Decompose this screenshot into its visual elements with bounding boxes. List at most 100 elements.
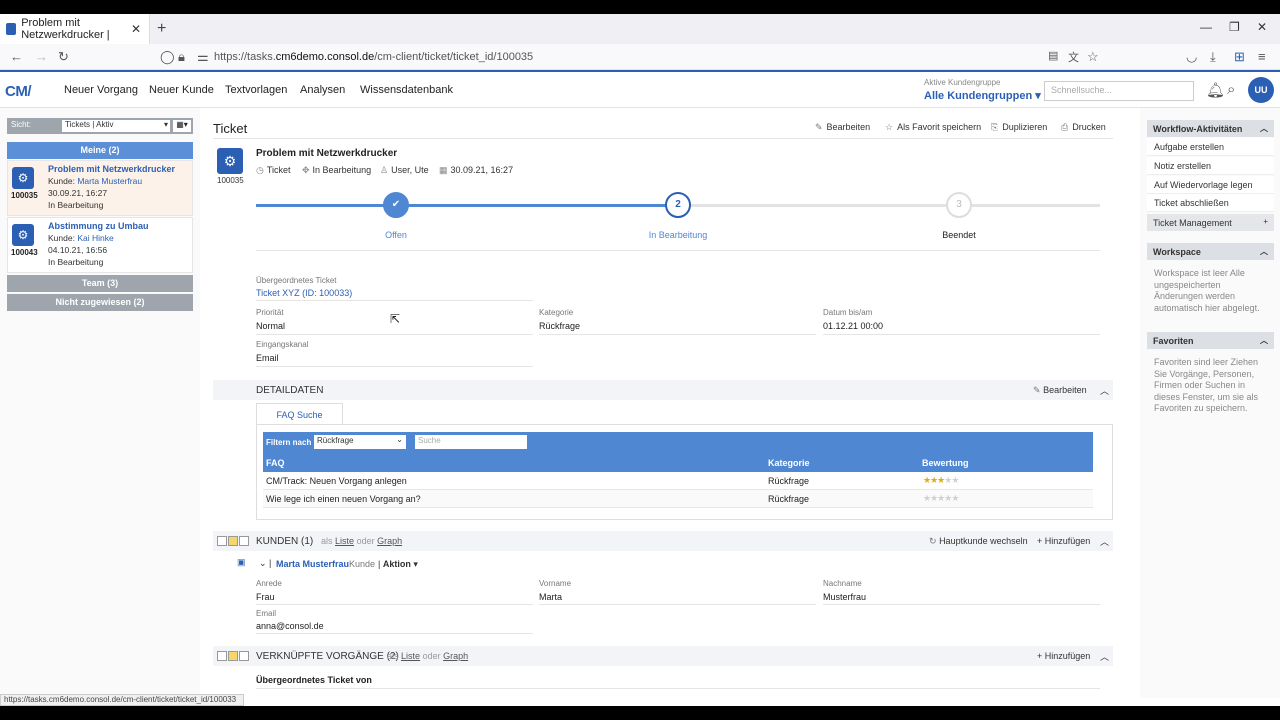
column-header-kategorie[interactable]: Kategorie [768, 458, 810, 468]
parent-ticket-link[interactable]: Ticket XYZ (ID: 100033) [256, 288, 352, 298]
reader-icon[interactable]: ▤ [1048, 49, 1058, 62]
workflow-panel-header[interactable]: Workflow-Aktivitäten ︿ [1147, 120, 1274, 137]
due-date-value[interactable]: 01.12.21 00:00 [823, 321, 883, 331]
kundengruppe-label: Aktive Kundengruppe [924, 78, 1001, 87]
list-view-link[interactable]: Liste [335, 536, 354, 546]
search-icon[interactable]: ⌕ [1227, 81, 1235, 98]
browser-tab[interactable]: Problem mit Netzwerkdrucker | ✕ [0, 14, 150, 44]
priority-label: Priorität [256, 308, 284, 317]
ticket-customer: Kunde: Kai Hinke [48, 233, 114, 243]
favorite-button[interactable]: ☆ Als Favorit speichern [885, 122, 981, 133]
switch-main-customer-button[interactable]: ↻ Hauptkunde wechseln [929, 536, 1028, 547]
divider [256, 688, 1100, 689]
group-nicht-zugewiesen[interactable]: Nicht zugewiesen (2) [7, 294, 193, 311]
ticket-title[interactable]: Abstimmung zu Umbau [48, 221, 149, 231]
reload-icon[interactable]: ↻ [58, 49, 69, 65]
field-underline [823, 604, 1100, 605]
channel-value[interactable]: Email [256, 353, 279, 363]
new-tab-icon[interactable]: + [157, 20, 166, 38]
menu-neuer-vorgang[interactable]: Neuer Vorgang [64, 84, 138, 96]
forward-icon[interactable]: → [35, 49, 48, 64]
aktion-menu[interactable]: | Aktion ▾ [378, 559, 418, 570]
column-header-faq[interactable]: FAQ [266, 458, 285, 468]
chevron-up-icon[interactable]: ︿ [1100, 384, 1109, 397]
kundengruppe-select[interactable]: Alle Kundengruppen ▾ [924, 89, 1041, 102]
bell-icon[interactable]: 🔔︎ [1206, 81, 1225, 99]
window-close-icon[interactable]: ✕ [1257, 20, 1267, 34]
faq-cell[interactable]: CM/Track: Neuen Vorgang anlegen [266, 476, 407, 486]
favoriten-panel-header[interactable]: Favoriten ︿ [1147, 332, 1274, 349]
menu-icon[interactable]: ≡ [1258, 49, 1266, 64]
faq-cell[interactable]: Wie lege ich einen neuen Vorgang an? [266, 494, 421, 504]
minimize-icon[interactable]: — [1200, 20, 1212, 34]
gear-icon: ⚙ [12, 224, 34, 246]
list-view-link[interactable]: Liste [401, 651, 420, 661]
add-vorgang-button[interactable]: + Hinzufügen [1037, 651, 1090, 661]
menu-textvorlagen[interactable]: Textvorlagen [225, 84, 287, 96]
app-header: CM/ Neuer Vorgang Neuer Kunde Textvorlag… [0, 70, 1280, 108]
view-switch: als Liste oder Graph [387, 651, 469, 661]
back-icon[interactable]: ← [10, 49, 23, 64]
channel-label: Eingangskanal [256, 340, 309, 349]
step-in-bearbeitung-label: In Bearbeitung [648, 230, 708, 240]
view-grid-icon[interactable]: ▦▾ [173, 120, 191, 132]
faq-search-input[interactable]: Suche [415, 435, 527, 449]
ticket-management-header[interactable]: Ticket Management + [1147, 214, 1274, 231]
pocket-icon[interactable]: ◡ [1186, 49, 1197, 65]
menu-analysen[interactable]: Analysen [300, 84, 345, 96]
edit-button[interactable]: ✎ Bearbeiten [815, 122, 870, 133]
nachname-label: Nachname [823, 579, 862, 588]
quick-search-input[interactable]: Schnellsuche... [1044, 81, 1194, 101]
view-toggle-icons[interactable] [217, 650, 250, 662]
maximize-icon[interactable]: ❐ [1229, 20, 1240, 34]
customer-name-link[interactable]: Marta Musterfrau [276, 559, 349, 569]
table-row[interactable]: CM/Track: Neuen Vorgang anlegen Rückfrag… [263, 472, 1093, 490]
faq-filter-select[interactable]: Rückfrage ⌄ [314, 435, 406, 449]
ticket-id: 100043 [11, 248, 38, 257]
tab-close-icon[interactable]: ✕ [131, 22, 141, 36]
workflow-aufgabe-erstellen[interactable]: Aufgabe erstellen [1147, 138, 1274, 156]
priority-value[interactable]: Normal [256, 321, 285, 331]
avatar[interactable]: UU [1248, 77, 1274, 103]
graph-view-link[interactable]: Graph [443, 651, 468, 661]
bookmark-star-icon[interactable]: ☆ [1087, 49, 1099, 65]
category-value[interactable]: Rückfrage [539, 321, 580, 331]
group-meine[interactable]: Meine (2) [7, 142, 193, 159]
app-logo[interactable]: CM/ [5, 83, 32, 100]
workflow-ticket-abschliessen[interactable]: Ticket abschließen [1147, 194, 1274, 212]
menu-neuer-kunde[interactable]: Neuer Kunde [149, 84, 214, 96]
ticket-title[interactable]: Problem mit Netzwerkdrucker [48, 164, 175, 174]
download-icon[interactable]: ⤓ [1210, 49, 1216, 65]
browser-navbar: ← → ↻ ◯ 🔒︎ ⚌ https://tasks.cm6demo.conso… [0, 44, 1280, 70]
ticket-list-item[interactable]: ⚙ 100035 Problem mit Netzwerkdrucker Kun… [7, 160, 193, 216]
add-customer-button[interactable]: + Hinzufügen [1037, 536, 1090, 546]
column-header-bewertung[interactable]: Bewertung [922, 458, 969, 468]
table-row[interactable]: Wie lege ich einen neuen Vorgang an? Rüc… [263, 490, 1093, 508]
permissions-icon[interactable]: ⚌ [197, 49, 209, 65]
workflow-notiz-erstellen[interactable]: Notiz erstellen [1147, 157, 1274, 175]
chevron-down-icon[interactable]: ⌄ | [259, 558, 271, 569]
translate-icon[interactable]: 文 [1068, 49, 1079, 65]
group-team[interactable]: Team (3) [7, 275, 193, 292]
graph-view-link[interactable]: Graph [377, 536, 402, 546]
detail-edit-button[interactable]: ✎ Bearbeiten [1033, 385, 1087, 396]
view-toggle-icons[interactable] [217, 535, 250, 547]
duplicate-button[interactable]: ⎘ Duplizieren [991, 122, 1047, 133]
star-icon: ★ [951, 475, 959, 485]
chevron-up-icon[interactable]: ︿ [1100, 535, 1109, 548]
ticket-date: 04.10.21, 16:56 [48, 245, 108, 255]
url-bar[interactable]: https://tasks.cm6demo.consol.de/cm-clien… [214, 51, 533, 63]
view-select[interactable]: Tickets | Aktiv ▾ [62, 120, 170, 132]
workflow-wiedervorlage[interactable]: Auf Wiedervorlage legen [1147, 176, 1274, 194]
tab-faq-suche[interactable]: FAQ Suche [256, 403, 343, 425]
calendar-icon: ▦ [439, 165, 448, 175]
step-beendet-circle: 3 [946, 192, 972, 218]
ticket-list-item[interactable]: ⚙ 100043 Abstimmung zu Umbau Kunde: Kai … [7, 217, 193, 273]
workspace-panel-header[interactable]: Workspace ︿ [1147, 243, 1274, 260]
chevron-up-icon[interactable]: ︿ [1100, 650, 1109, 663]
extension-icon[interactable]: ⊞ [1234, 49, 1245, 65]
ticket-status: In Bearbeitung [48, 200, 104, 210]
print-button[interactable]: ⎙ Drucken [1061, 122, 1106, 133]
parent-ticket-label: Übergeordnetes Ticket [256, 276, 337, 285]
menu-wissensdatenbank[interactable]: Wissensdatenbank [360, 84, 453, 96]
